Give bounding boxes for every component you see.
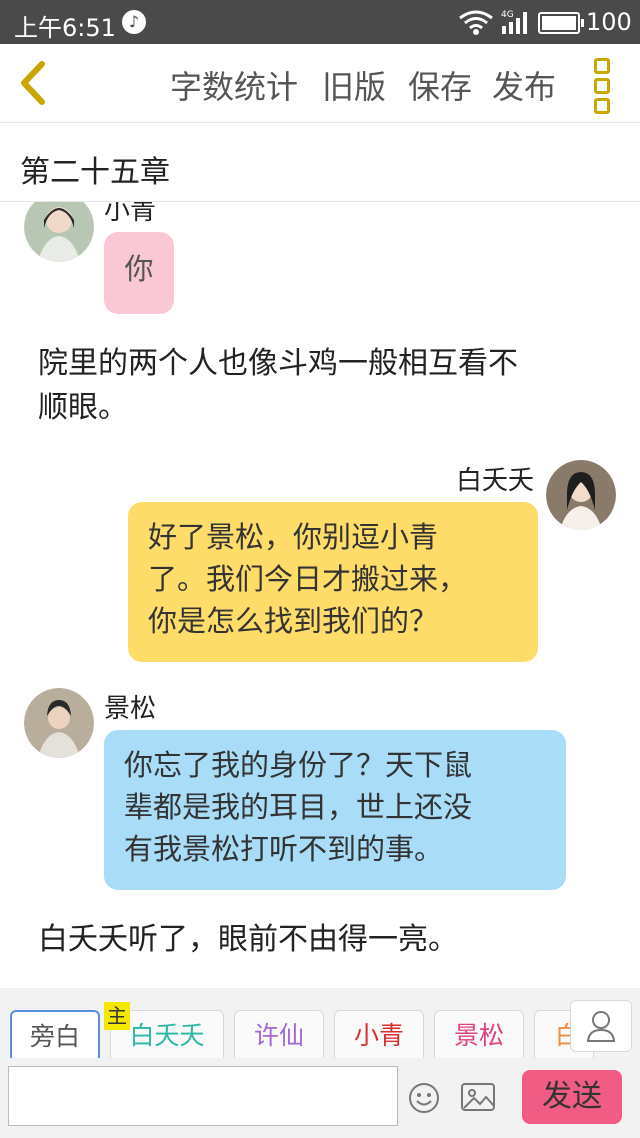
- role-tab-xuxian[interactable]: 许仙: [234, 1010, 324, 1058]
- music-icon: ♪: [122, 10, 146, 34]
- dialog-line: 有我景松打听不到的事。: [124, 832, 444, 866]
- user-icon: [586, 1011, 616, 1042]
- network-type: 4G: [501, 10, 514, 20]
- dialog-bubble[interactable]: 你忘了我的身份了？天下鼠 辈都是我的耳目，世上还没 有我景松打听不到的事。: [104, 730, 566, 890]
- chat-content[interactable]: 小青 你 院里的两个人也像斗鸡一般相互看不 顺眼。 白夭夭 好了景松，你别逗小青…: [0, 202, 640, 988]
- chapter-header: 第二十五章: [0, 123, 640, 202]
- image-icon[interactable]: [460, 1082, 496, 1112]
- speaker-name: 白夭夭: [456, 466, 535, 496]
- signal-icon: 4G: [501, 10, 527, 34]
- add-role-button[interactable]: [570, 1000, 632, 1052]
- dialog-bubble[interactable]: 好了景松，你别逗小青 了。我们今日才搬过来， 你是怎么找到我们的？: [128, 502, 538, 662]
- emoji-icon[interactable]: [408, 1082, 440, 1114]
- role-tab-narrator[interactable]: 旁白: [10, 1010, 100, 1058]
- dialog-line: 了。我们今日才搬过来，: [148, 562, 468, 596]
- old-version-button[interactable]: 旧版: [322, 62, 386, 108]
- status-time: 上午6:51: [14, 14, 116, 42]
- narration-line: 顺眼。: [38, 390, 128, 425]
- dialog-line: 好了景松，你别逗小青: [148, 520, 439, 554]
- chapter-title[interactable]: 第二十五章: [20, 147, 170, 191]
- avatar-jingsong[interactable]: [24, 688, 94, 758]
- word-count-button[interactable]: 字数统计: [170, 62, 298, 108]
- role-tab-jingsong[interactable]: 景松: [434, 1010, 524, 1058]
- dialog-bubble[interactable]: 你: [104, 232, 174, 314]
- speaker-name: 景松: [104, 694, 157, 724]
- publish-button[interactable]: 发布: [492, 62, 556, 108]
- wifi-icon: [459, 10, 493, 35]
- main-role-badge: 主: [104, 1002, 130, 1030]
- message-input[interactable]: [8, 1066, 398, 1126]
- dialog-line: 辈都是我的耳目，世上还没: [124, 790, 473, 824]
- role-tab-xiaoqing[interactable]: 小青: [334, 1010, 424, 1058]
- editor-toolbar: 字数统计 旧版 保存 发布: [0, 44, 640, 123]
- back-icon[interactable]: [14, 58, 54, 108]
- compose-bar: 旁白 白夭夭 许仙 小青 景松 白 主 发送: [0, 988, 640, 1138]
- dialog-line: 你忘了我的身份了？天下鼠: [124, 748, 473, 782]
- role-selector: 旁白 白夭夭 许仙 小青 景松 白: [0, 998, 640, 1058]
- save-button[interactable]: 保存: [408, 62, 472, 108]
- dialog-line: 你是怎么找到我们的？: [148, 604, 439, 638]
- send-button[interactable]: 发送: [522, 1070, 622, 1124]
- battery-icon: [538, 12, 584, 34]
- battery-level: 100: [586, 8, 632, 36]
- avatar-xiaoqing[interactable]: [24, 202, 94, 262]
- narration-text[interactable]: 白夭夭听了，眼前不由得一亮。: [38, 918, 608, 962]
- narration-line: 院里的两个人也像斗鸡一般相互看不: [38, 346, 518, 381]
- avatar-baiyaoyao[interactable]: [546, 460, 616, 530]
- speaker-name: 小青: [104, 202, 157, 226]
- more-menu-icon[interactable]: [594, 58, 614, 114]
- narration-text[interactable]: 院里的两个人也像斗鸡一般相互看不 顺眼。: [38, 342, 608, 430]
- status-bar: 上午6:51 ♪ 4G 100: [0, 0, 640, 44]
